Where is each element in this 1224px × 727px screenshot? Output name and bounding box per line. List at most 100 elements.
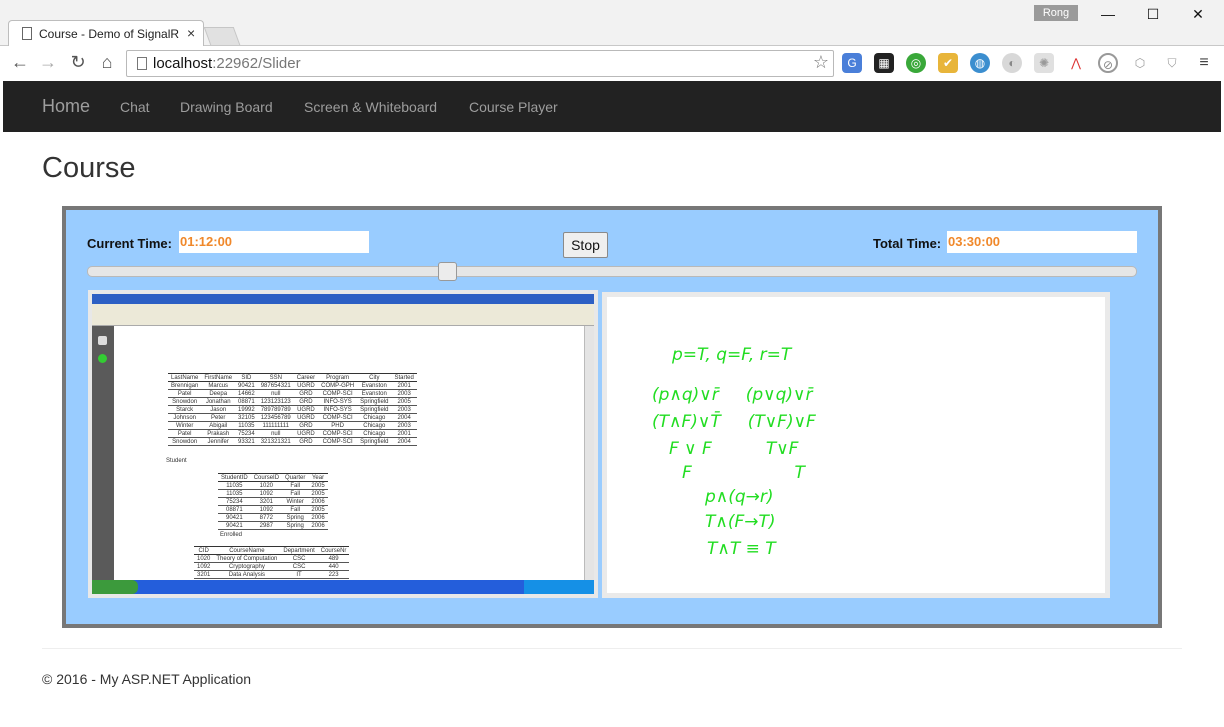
student-header-cell: FirstName [201,373,236,382]
whiteboard-ink-line: p∧(q→r) [704,487,774,507]
student-cell: UGRD [293,405,319,414]
cube-icon[interactable]: ⬡ [1130,53,1150,73]
student-cell: Deepa [201,389,236,398]
student-cell: Springfield [357,397,392,406]
whiteboard-ink-line: T∧(F→T) [705,512,776,532]
color-wheel-extension-icon[interactable]: ✔ [938,53,958,73]
enrolled-caption: Enrolled [220,532,243,538]
total-time-field: 03:30:00 [947,231,1137,253]
enrolled-row: 11035 1020 Fall 2005 [218,481,328,490]
nav-link-drawing-board[interactable]: Drawing Board [180,99,273,115]
whiteboard-ink-line: F ∨ F T∨F [669,439,799,459]
enrolled-cell: Spring [282,513,309,522]
stop-button[interactable]: Stop [563,232,608,258]
home-icon[interactable]: ⌂ [96,52,118,73]
enrolled-cell: 1020 [250,481,283,490]
bookmark-icon [98,354,107,363]
enrolled-cell: 2006 [308,513,328,522]
enrolled-cell: 2005 [308,505,328,514]
student-header-cell: Program [318,373,358,382]
progress-slider[interactable] [87,262,1137,281]
pdf-document: LastName FirstName SID SSN Career Program City… [114,326,584,580]
nav-link-screen-whiteboard[interactable]: Screen & Whiteboard [304,99,437,115]
student-cell: null [257,389,294,398]
address-bar[interactable]: localhost:22962/Slider ☆ [126,50,834,77]
enrolled-cell: 11035 [218,489,251,498]
student-cell: Starck [168,405,202,414]
student-cell: 123123123 [257,397,294,406]
enrolled-cell: 2006 [308,521,328,530]
reload-icon[interactable]: ↻ [67,52,89,73]
start-button [92,580,138,594]
forward-icon[interactable]: → [37,52,59,73]
translate-icon[interactable]: G [842,53,862,73]
whiteboard-ink-line: (T∧F)∨T̄ (T∨F)∨F [652,410,816,432]
bookmark-star-icon[interactable]: ☆ [813,52,829,73]
profile-button[interactable]: Rong [1034,5,1078,21]
globe-icon[interactable]: ◍ [970,53,990,73]
student-header-cell: Career [293,373,319,382]
course-header-cell: CourseName [213,546,281,555]
minimize-button[interactable]: — [1098,6,1118,22]
enrolled-cell: 90421 [218,513,251,522]
student-cell: 32105 [235,413,258,422]
student-cell: Chicago [357,421,392,430]
student-row: Brennigan Marcus 90421 987654321 UGRD COMP-GP… [168,381,417,390]
student-cell: GRD [293,421,319,430]
student-row: Snowdon Jonathan 08871 123123123 GRD INFO-SYS… [168,397,417,406]
whiteboard-ink-line: T∧T ≡ T [707,539,777,559]
student-cell: 75234 [235,429,258,438]
maximize-button[interactable]: ☐ [1143,6,1163,23]
student-cell: PHD [318,421,358,430]
course-cell: 1020 [194,554,214,563]
course-header-cell: CourseNr [317,546,350,555]
atom-icon[interactable]: ✺ [1034,53,1054,73]
nav-brand-home[interactable]: Home [42,96,90,117]
shield-icon[interactable]: ⛉ [1162,53,1182,73]
student-cell: 2004 [391,413,417,422]
course-cell: IT [280,570,318,579]
current-time-field: 01:12:00 [179,231,369,253]
course-cell: 1092 [194,562,214,571]
grey-extension-icon[interactable]: ◐ [1002,53,1022,73]
nav-link-course-player[interactable]: Course Player [469,99,558,115]
course-cell: 223 [317,570,350,579]
tab-title: Course - Demo of SignalR [39,27,180,41]
enrolled-cell: 8772 [250,513,283,522]
enrolled-table: StudentID CourseID Quarter Year 11035 1020 Fal… [218,473,328,530]
close-window-button[interactable]: ✕ [1188,6,1208,23]
student-cell: 93321 [235,437,258,446]
student-cell: 789789789 [257,405,294,414]
student-cell: Snowdon [168,397,202,406]
enrolled-row: 08871 1092 Fall 2005 [218,505,328,514]
footer-text: © 2016 - My ASP.NET Application [42,671,252,687]
back-icon[interactable]: ← [9,52,31,73]
new-tab-button[interactable] [203,27,241,45]
enrolled-row: 11035 1092 Fall 2005 [218,489,328,498]
menu-icon[interactable]: ≡ [1194,53,1214,73]
slider-handle[interactable] [438,262,458,281]
student-row: Snowdon Jennifer 93321 321321321 GRD COMP-SCI… [168,437,417,446]
enrolled-row: 75234 3201 Winter 2006 [218,497,328,506]
enrolled-header-cell: Quarter [282,473,309,482]
nav-link-chat[interactable]: Chat [120,99,150,115]
enrolled-cell: 2987 [250,521,283,530]
student-cell: Patel [168,429,202,438]
chart-extension-icon[interactable]: ⋀ [1066,53,1086,73]
student-cell: 2003 [391,421,417,430]
course-cell: Cryptography [213,562,281,571]
course-cell: 489 [317,554,350,563]
browser-tab[interactable]: Course - Demo of SignalR × [8,20,204,47]
student-cell: COMP-SCI [318,389,358,398]
tab-close-icon[interactable]: × [187,25,195,41]
enrolled-row: 90421 2987 Spring 2006 [218,521,328,530]
compass-icon[interactable]: ⊘ [1098,53,1118,73]
student-cell: INFO-SYS [318,405,358,414]
student-row: Starck Jason 19992 789789789 UGRD INFO-SYS Spr… [168,405,417,414]
qr-code-icon[interactable]: ▦ [874,53,894,73]
browser-titlebar: Course - Demo of SignalR × Rong — ☐ ✕ [0,0,1224,47]
student-cell: COMP-SCI [318,413,358,422]
pdf-scrollbar [584,326,594,580]
green-circle-extension-icon[interactable]: ◎ [906,53,926,73]
course-player: Current Time: 01:12:00 Stop Total Time: … [62,206,1162,628]
